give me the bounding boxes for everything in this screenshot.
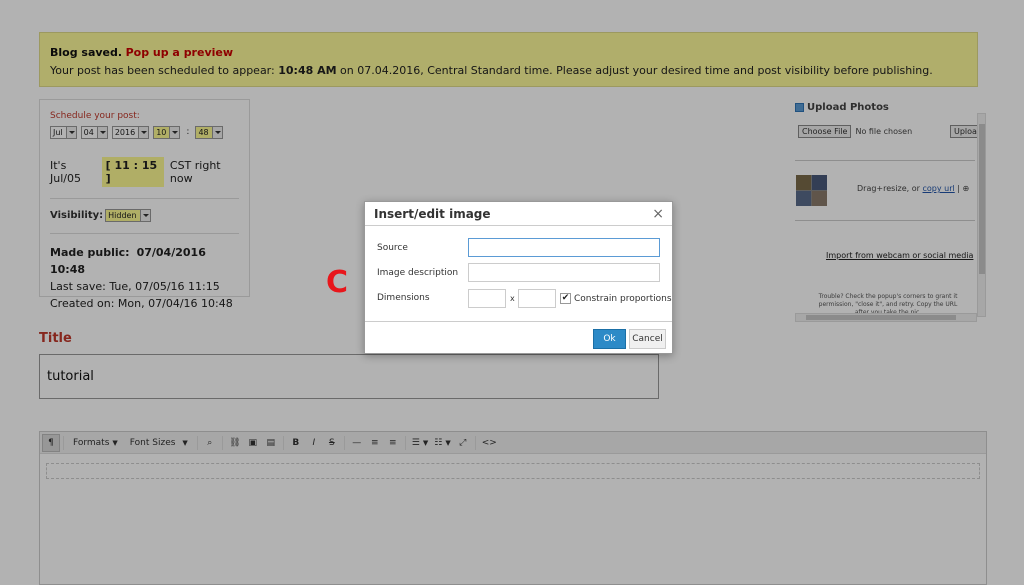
source-label: Source	[377, 243, 408, 253]
cancel-button[interactable]: Cancel	[629, 329, 666, 349]
dialog-body: Source Image description Dimensions x ✔ …	[365, 226, 672, 322]
close-icon[interactable]: ×	[652, 206, 664, 222]
description-label: Image description	[377, 268, 459, 278]
source-input[interactable]	[468, 238, 660, 257]
overlay-letter: C	[326, 265, 349, 300]
insert-image-dialog: Insert/edit image × Source Image descrip…	[364, 201, 673, 354]
dimensions-label: Dimensions	[377, 293, 430, 303]
dialog-title: Insert/edit image	[374, 207, 491, 221]
height-input[interactable]	[518, 289, 556, 308]
description-input[interactable]	[468, 263, 660, 282]
ok-button[interactable]: Ok	[593, 329, 626, 349]
dialog-header: Insert/edit image ×	[365, 202, 672, 226]
page: Blog saved. Pop up a preview Your post h…	[0, 0, 1024, 585]
width-input[interactable]	[468, 289, 506, 308]
constrain-checkbox[interactable]: ✔	[560, 293, 571, 304]
constrain-label: Constrain proportions	[574, 294, 672, 304]
dimension-separator: x	[510, 294, 515, 303]
